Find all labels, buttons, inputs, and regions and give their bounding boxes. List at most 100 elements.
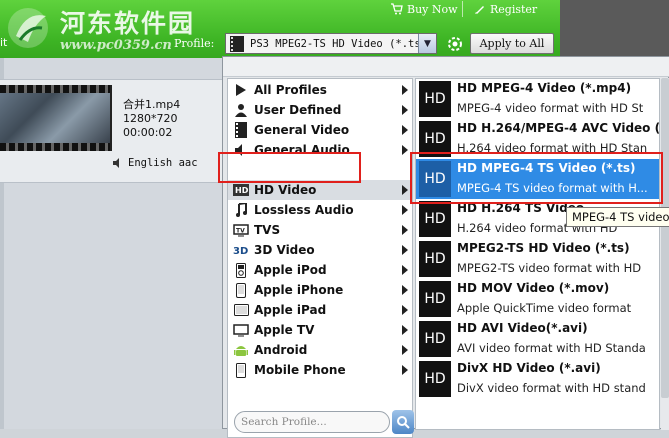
chevron-right-icon	[402, 325, 408, 335]
category-label: Apple iPhone	[254, 283, 344, 297]
dropdown-header-strip	[223, 57, 669, 77]
format-title: HD AVI Video(*.avi)	[457, 321, 588, 335]
chevron-right-icon	[402, 225, 408, 235]
category-apple-tv[interactable]: Apple TV	[228, 320, 412, 340]
header-divider	[462, 1, 463, 17]
format-item[interactable]: HD HD MPEG-4 Video (*.mp4) MPEG-4 video …	[416, 79, 659, 119]
buy-now-link[interactable]: Buy Now	[390, 0, 458, 18]
hd-icon: HD	[232, 182, 250, 198]
profile-dropdown: All Profiles User Defined General Video …	[222, 56, 669, 438]
chevron-right-icon	[402, 345, 408, 355]
category-user-defined[interactable]: User Defined	[228, 100, 412, 120]
category-label: Lossless Audio	[254, 203, 354, 217]
chevron-right-icon	[402, 365, 408, 375]
category-apple-ipod[interactable]: Apple iPod	[228, 260, 412, 280]
film-icon	[232, 122, 250, 138]
film-strip-bottom	[0, 143, 110, 151]
format-item[interactable]: HD MPEG2-TS HD Video (*.ts) MPEG2-TS vid…	[416, 239, 659, 279]
buy-now-label: Buy Now	[407, 2, 458, 16]
settings-icon[interactable]	[444, 34, 466, 54]
svg-text:HD: HD	[235, 186, 249, 195]
category-tvs[interactable]: TV TVS	[228, 220, 412, 240]
category-label: General Video	[254, 123, 350, 137]
format-description: AVI video format with HD Standa	[457, 341, 646, 355]
category-3d-video[interactable]: 3D 3D Video	[228, 240, 412, 260]
category-list: All Profiles User Defined General Video …	[227, 78, 414, 438]
chevron-right-icon	[402, 305, 408, 315]
category-label: TVS	[254, 223, 281, 237]
profile-select[interactable]: PS3 MPEG2-TS HD Video (*.ts ▼	[225, 33, 437, 54]
category-label: Apple TV	[254, 323, 315, 337]
film-strip-top	[0, 85, 110, 93]
category-general-video[interactable]: General Video	[228, 120, 412, 140]
highlight-box-format	[410, 152, 663, 204]
category-android[interactable]: Android	[228, 340, 412, 360]
apple-tv-icon	[232, 322, 250, 338]
register-link[interactable]: Register	[474, 0, 537, 18]
play-triangle-icon	[232, 82, 250, 98]
category-mobile-phone[interactable]: Mobile Phone	[228, 360, 412, 380]
logo-icon	[8, 8, 48, 48]
iphone-icon	[232, 282, 250, 298]
register-label: Register	[490, 2, 538, 16]
svg-text:TV: TV	[236, 227, 245, 234]
format-item[interactable]: HD HD AVI Video(*.avi) AVI video format …	[416, 319, 659, 359]
search-icon[interactable]	[392, 410, 414, 434]
audio-track-select[interactable]: English aac	[112, 153, 226, 173]
format-description: Apple QuickTime video format	[457, 301, 632, 315]
3d-icon: 3D	[232, 242, 250, 258]
category-label: HD Video	[254, 183, 317, 197]
format-scrollbar-thumb[interactable]	[661, 78, 669, 398]
format-list: HD HD MPEG-4 Video (*.mp4) MPEG-4 video …	[415, 78, 660, 430]
format-description: MPEG2-TS video format with HD	[457, 261, 642, 275]
category-apple-ipad[interactable]: Apple iPad	[228, 300, 412, 320]
chevron-right-icon	[402, 85, 408, 95]
category-label: Apple iPod	[254, 263, 327, 277]
apply-to-all-button[interactable]: Apply to All	[470, 33, 554, 54]
chevron-right-icon	[402, 145, 408, 155]
category-all-profiles[interactable]: All Profiles	[228, 80, 412, 100]
chevron-right-icon	[402, 105, 408, 115]
android-icon	[232, 342, 250, 358]
category-hd-video[interactable]: HD HD Video	[228, 180, 412, 200]
format-title: HD MOV Video (*.mov)	[457, 281, 610, 295]
user-icon	[232, 102, 250, 118]
hd-format-icon: HD	[419, 81, 451, 117]
format-title: MPEG2-TS HD Video (*.ts)	[457, 241, 630, 255]
category-label: Android	[254, 343, 308, 357]
pen-icon	[475, 6, 484, 14]
ipad-icon	[232, 302, 250, 318]
chevron-right-icon	[402, 205, 408, 215]
chevron-down-icon[interactable]: ▼	[418, 34, 436, 53]
audio-track-label: English aac	[128, 157, 198, 169]
top-header: 河东软件园 www.pc0359.cn Buy Now Register it …	[0, 0, 669, 58]
format-description: DivX video format with HD stand	[457, 381, 646, 395]
site-name: 河东软件园	[60, 9, 196, 38]
music-note-icon	[232, 202, 250, 218]
hd-format-icon: HD	[419, 281, 451, 317]
file-duration: 00:00:02	[123, 126, 173, 139]
speaker-icon	[113, 158, 119, 168]
category-label: Apple iPad	[254, 303, 327, 317]
category-label: User Defined	[254, 103, 342, 117]
format-item[interactable]: HD HD MOV Video (*.mov) Apple QuickTime …	[416, 279, 659, 319]
left-edge-label: it	[0, 36, 8, 49]
header-dark-panel	[560, 0, 669, 58]
category-label: All Profiles	[254, 83, 327, 97]
tv-icon: TV	[232, 222, 250, 238]
format-description: MPEG-4 video format with HD St	[457, 101, 644, 115]
category-lossless-audio[interactable]: Lossless Audio	[228, 200, 412, 220]
category-apple-iphone[interactable]: Apple iPhone	[228, 280, 412, 300]
profile-label: Profile:	[174, 37, 215, 50]
format-item[interactable]: HD DivX HD Video (*.avi) DivX video form…	[416, 359, 659, 399]
site-url: www.pc0359.cn	[60, 38, 172, 53]
search-input[interactable]: Search Profile...	[234, 411, 390, 433]
format-title: HD H.264/MPEG-4 AVC Video (*	[457, 121, 660, 135]
format-title: HD MPEG-4 Video (*.mp4)	[457, 81, 632, 95]
format-title: DivX HD Video (*.avi)	[457, 361, 601, 375]
mobile-phone-icon	[232, 362, 250, 378]
chevron-right-icon	[402, 285, 408, 295]
chevron-right-icon	[402, 185, 408, 195]
chevron-right-icon	[402, 265, 408, 275]
hd-format-icon: HD	[419, 241, 451, 277]
